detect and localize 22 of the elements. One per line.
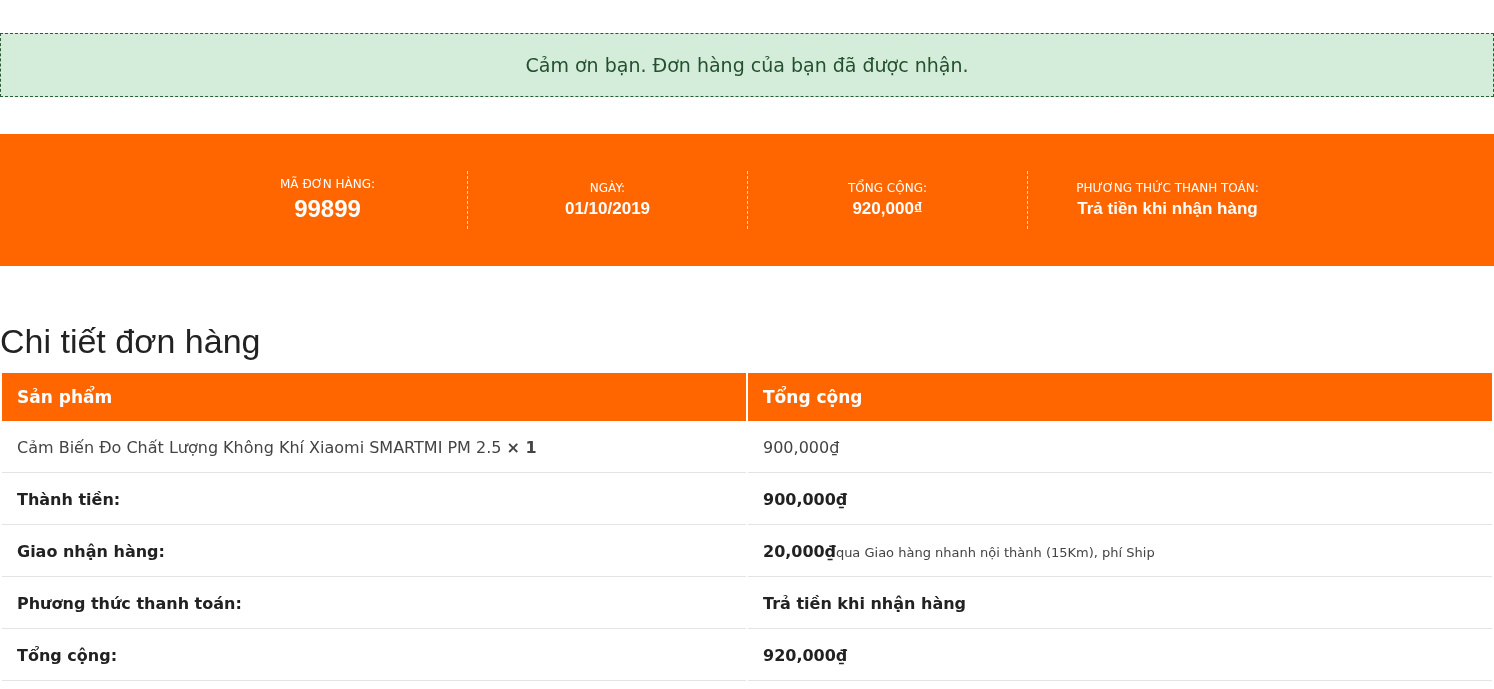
column-header: Tổng cộng (748, 373, 1492, 421)
table-cell: Giao nhận hàng: (2, 527, 746, 577)
overview-value: 99899 (294, 195, 361, 223)
table-cell: Tổng cộng: (2, 631, 746, 681)
success-notice: Cảm ơn bạn. Đơn hàng của bạn đã được nhận. (0, 33, 1494, 97)
table-cell: Thành tiền: (2, 475, 746, 525)
column-header: Sản phẩm (2, 373, 746, 421)
table-cell: 900,000₫ (748, 475, 1492, 525)
section-title: Chi tiết đơn hàng (0, 322, 262, 361)
table-cell: 920,000₫ (748, 631, 1492, 681)
overview-value: 920,000₫ (852, 199, 923, 219)
overview-label: MÃ ĐƠN HÀNG: (280, 177, 375, 191)
overview-value: Trả tiền khi nhận hàng (1077, 199, 1258, 219)
table-cell: Phương thức thanh toán: (2, 579, 746, 629)
overview-label: NGÀY: (589, 181, 626, 195)
overview-value: 01/10/2019 (564, 199, 651, 219)
overview-label: TỔNG CỘNG: (848, 181, 927, 195)
table-cell: 900,000₫ (748, 423, 1492, 473)
table-cell: Trả tiền khi nhận hàng (748, 579, 1492, 629)
table-cell: 20,000₫qua Giao hàng nhanh nội thành (15Km), phí Ship (748, 527, 1492, 577)
overview-label: PHƯƠNG THỨC THANH TOÁN: (1076, 181, 1259, 195)
table-cell: Cảm Biến Đo Chất Lượng Không Khí Xiaomi SMARTMI PM 2.5 × 1 (2, 423, 746, 473)
